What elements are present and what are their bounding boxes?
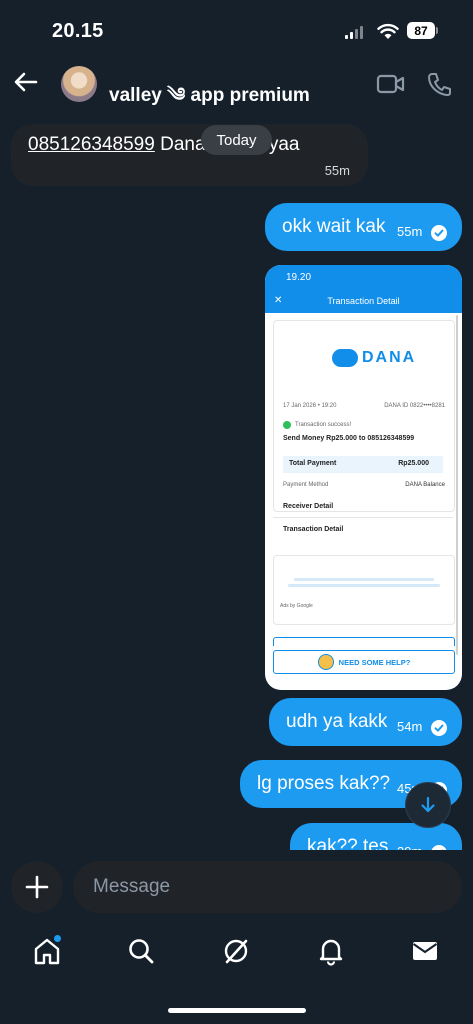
nav-search[interactable] xyxy=(124,934,158,968)
home-indicator xyxy=(168,1008,306,1013)
date-separator: Today xyxy=(201,125,272,155)
mail-icon xyxy=(412,942,438,960)
nav-messages[interactable] xyxy=(408,934,442,968)
check-circle-icon xyxy=(431,225,447,241)
message-time: 39m xyxy=(397,844,422,850)
help-label: NEED SOME HELP? xyxy=(338,657,411,667)
notification-dot xyxy=(54,935,61,942)
phone-link[interactable]: 085126348599 xyxy=(28,134,155,155)
bell-icon xyxy=(319,939,343,966)
receipt-date: 17 Jan 2026 • 19:20 xyxy=(283,403,337,409)
scroll-to-bottom-button[interactable] xyxy=(405,782,451,828)
outgoing-message[interactable]: okk wait kak 55m xyxy=(265,203,462,251)
check-circle-icon xyxy=(431,720,447,736)
dana-logo: DANA xyxy=(332,349,416,367)
nav-grok[interactable] xyxy=(219,934,253,968)
incoming-message[interactable]: 085126348599 Dana kesinii yaa 55m xyxy=(11,124,368,186)
success-icon xyxy=(283,421,291,429)
dana-logo-icon xyxy=(332,349,358,367)
check-circle-icon xyxy=(431,845,447,850)
ad-links xyxy=(288,584,440,587)
ads-box: Ads by Google xyxy=(273,555,455,625)
message-text: udh ya kakk xyxy=(286,711,388,732)
message-text: lg proses kak?? xyxy=(257,773,391,794)
message-text: okk wait kak xyxy=(282,216,386,237)
receipt-card: DANA 17 Jan 2026 • 19:20 DANA ID 0822•••… xyxy=(273,320,455,512)
arrow-down-icon xyxy=(421,796,435,813)
plus-icon xyxy=(25,875,49,899)
message-input[interactable] xyxy=(73,861,462,913)
screenshot-header: 19.20 ✕ Transaction Detail xyxy=(265,265,462,313)
total-label: Total Payment xyxy=(289,460,337,467)
add-attachment-button[interactable] xyxy=(11,861,63,913)
dana-brand: DANA xyxy=(362,349,417,366)
ad-links xyxy=(294,578,434,581)
message-time: 55m xyxy=(397,224,423,239)
outgoing-message[interactable]: kak?? tes 39m xyxy=(290,823,462,850)
receipt-status: Transaction success! xyxy=(295,422,352,428)
ads-label: Ads by Google xyxy=(280,603,313,609)
scrollbar xyxy=(456,315,458,655)
message-time: 54m xyxy=(397,719,423,734)
screenshot-time: 19.20 xyxy=(286,272,312,283)
message-time: 55m xyxy=(324,163,350,178)
receipt-send-line: Send Money Rp25.000 to 085126348599 xyxy=(283,435,415,442)
receipt-dana-id: DANA ID 0822••••8281 xyxy=(384,403,445,409)
receiver-detail: Receiver Detail xyxy=(283,503,334,510)
button-edge xyxy=(273,637,455,646)
message-list[interactable]: 085126348599 Dana kesinii yaa 55m Today … xyxy=(0,0,473,850)
help-button: NEED SOME HELP? xyxy=(273,650,455,674)
help-avatar-icon xyxy=(317,654,334,670)
total-value: Rp25.000 xyxy=(398,460,429,467)
message-text: kak?? tes xyxy=(307,836,389,850)
nav-notifications[interactable] xyxy=(314,934,348,968)
divider xyxy=(273,517,453,518)
outgoing-message[interactable]: udh ya kakk 54m xyxy=(269,698,462,746)
total-row: Total Payment Rp25.000 xyxy=(283,456,443,473)
grok-icon xyxy=(224,939,248,964)
search-icon xyxy=(129,939,154,964)
method-label: Payment Method xyxy=(283,482,329,488)
method-value: DANA Balance xyxy=(405,482,445,488)
screenshot-title: Transaction Detail xyxy=(327,296,400,306)
image-message[interactable]: 19.20 ✕ Transaction Detail DANA 17 Jan 2… xyxy=(265,265,462,690)
transaction-detail: Transaction Detail xyxy=(283,526,344,533)
